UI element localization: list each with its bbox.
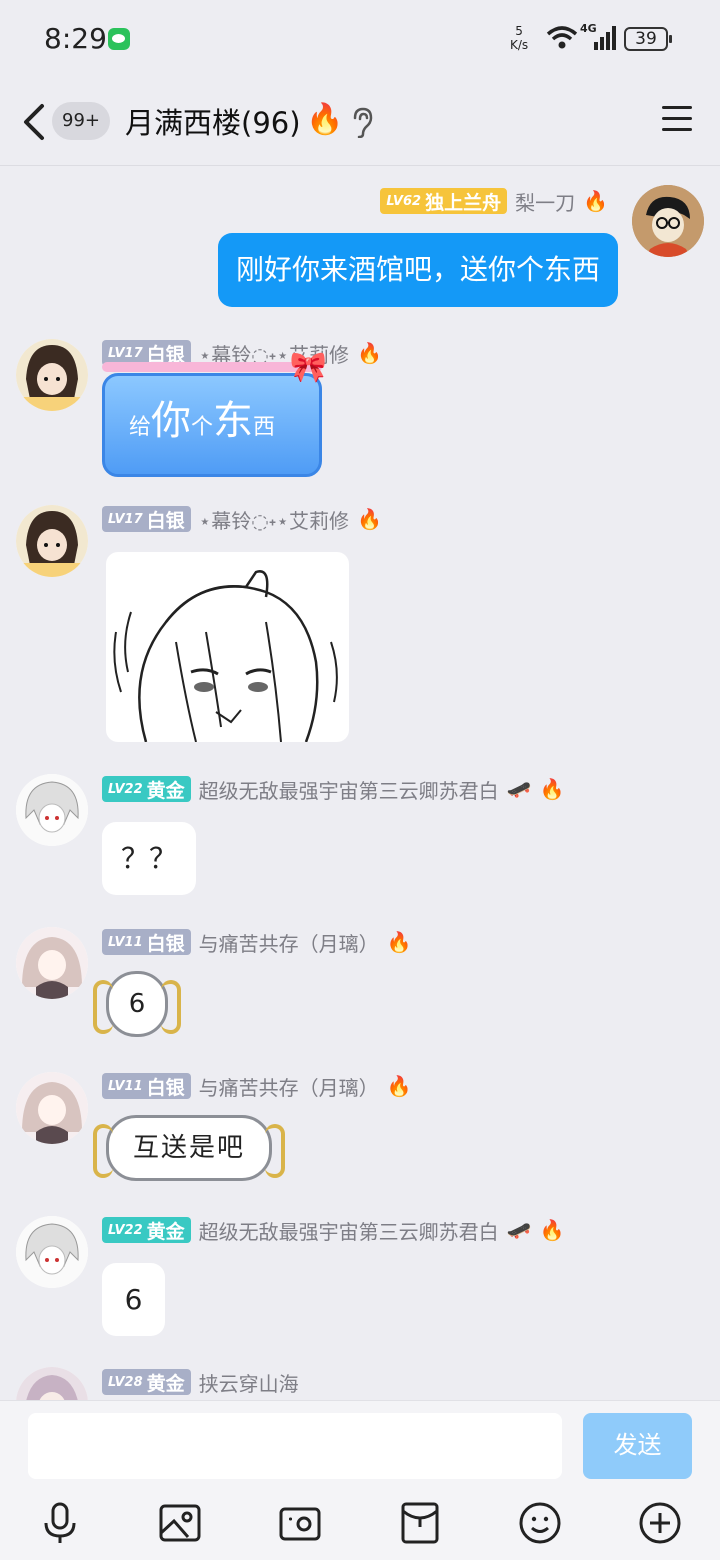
- chat-header: 99+ 月满西楼(96) 🔥: [0, 80, 720, 166]
- level-badge: LV17 白银: [102, 506, 191, 532]
- message-bubble[interactable]: ？？: [102, 822, 196, 895]
- send-button[interactable]: 发送: [583, 1413, 692, 1479]
- gift-card-bubble[interactable]: 🎀 给你个东西: [102, 350, 327, 477]
- message-input[interactable]: [28, 1413, 562, 1479]
- net-speed: 5 K/s: [510, 24, 528, 52]
- message-bubble[interactable]: 刚好你来酒馆吧，送你个东西: [217, 233, 618, 307]
- group-title[interactable]: 月满西楼(96): [125, 100, 301, 142]
- battery-indicator: 39: [624, 27, 672, 51]
- fire-icon: 🔥: [386, 930, 412, 954]
- sender-meta: LV11 白银 与痛苦共存（月璃） 🔥: [102, 928, 412, 956]
- sender-nickname[interactable]: 超级无敌最强宇宙第三云卿苏君白: [199, 775, 499, 804]
- sender-meta: LV22 黄金 超级无敌最强宇宙第三云卿苏君白 🛹 🔥: [102, 775, 564, 803]
- mask-style-bubble[interactable]: 互送是吧: [93, 1115, 285, 1181]
- avatar[interactable]: [16, 774, 88, 846]
- gift-text: 给你个东西: [129, 398, 276, 444]
- plus-icon[interactable]: [638, 1501, 682, 1545]
- sender-nickname[interactable]: 超级无敌最强宇宙第三云卿苏君白: [199, 1216, 499, 1245]
- net-speed-value: 5: [515, 24, 523, 38]
- sender-nickname[interactable]: ⋆幕铃◌˖⋆艾莉修: [199, 505, 349, 534]
- avatar[interactable]: [632, 185, 704, 257]
- sender-meta: LV28 黄金 挟云穿山海: [102, 1368, 299, 1396]
- sender-meta: LV17 白银 ⋆幕铃◌˖⋆艾莉修 🔥: [102, 505, 382, 533]
- fire-icon: 🔥: [539, 777, 565, 801]
- image-icon[interactable]: [158, 1501, 202, 1545]
- level-badge: LV62 独上兰舟: [380, 188, 508, 214]
- emoji-icon[interactable]: [518, 1501, 562, 1545]
- fire-icon: 🔥: [583, 189, 608, 213]
- level-badge: LV22 黄金: [102, 776, 191, 802]
- status-time: 8:29: [44, 22, 107, 55]
- ear-icon[interactable]: [350, 106, 374, 138]
- sender-meta: LV11 白银 与痛苦共存（月璃） 🔥: [102, 1072, 412, 1100]
- input-bar: 发送: [0, 1400, 720, 1560]
- avatar[interactable]: [16, 927, 88, 999]
- avatar[interactable]: [16, 1216, 88, 1288]
- status-bar: 8:29 5 K/s 4G 39: [0, 0, 720, 80]
- sender-nickname[interactable]: 与痛苦共存（月璃）: [199, 928, 379, 957]
- skateboard-icon: 🛹: [506, 777, 532, 801]
- sender-nickname[interactable]: 挟云穿山海: [199, 1368, 299, 1397]
- fire-icon: 🔥: [306, 102, 344, 137]
- avatar[interactable]: [16, 1072, 88, 1144]
- fire-icon: 🔥: [539, 1218, 565, 1242]
- back-arrow-icon[interactable]: [20, 102, 50, 142]
- fire-icon: 🔥: [386, 1074, 412, 1098]
- message-bubble[interactable]: 6: [102, 1263, 165, 1336]
- avatar[interactable]: [16, 339, 88, 411]
- red-packet-icon[interactable]: [398, 1501, 442, 1545]
- level-badge: LV22 黄金: [102, 1217, 191, 1243]
- sender-meta: LV22 黄金 超级无敌最强宇宙第三云卿苏君白 🛹 🔥: [102, 1216, 564, 1244]
- signal-icon: [594, 26, 616, 50]
- manga-sticker-image[interactable]: [106, 552, 349, 742]
- avatar[interactable]: [16, 505, 88, 577]
- mask-style-bubble[interactable]: 6: [93, 971, 181, 1037]
- fire-icon: 🔥: [356, 507, 382, 531]
- wifi-icon: [546, 26, 578, 49]
- level-badge: LV11 白银: [102, 929, 191, 955]
- sender-nickname[interactable]: 与痛苦共存（月璃）: [199, 1072, 379, 1101]
- unread-count-badge[interactable]: 99+: [52, 102, 110, 140]
- menu-icon[interactable]: [662, 106, 692, 136]
- camera-icon[interactable]: [278, 1501, 322, 1545]
- level-badge: LV28 黄金: [102, 1369, 191, 1395]
- bow-icon: 🎀: [289, 350, 327, 385]
- sender-meta: LV62 独上兰舟 梨一刀 🔥: [380, 187, 608, 215]
- level-badge: LV11 白银: [102, 1073, 191, 1099]
- microphone-icon[interactable]: [38, 1501, 82, 1545]
- skateboard-icon: 🛹: [506, 1218, 532, 1242]
- wechat-notification-icon: [108, 28, 130, 50]
- avatar[interactable]: [16, 1367, 88, 1400]
- fire-icon: 🔥: [356, 341, 382, 365]
- message-list[interactable]: LV62 独上兰舟 梨一刀 🔥 刚好你来酒馆吧，送你个东西 LV17 白银 ⋆幕铃◌…: [0, 167, 720, 1400]
- net-speed-unit: K/s: [510, 38, 529, 52]
- sender-nickname[interactable]: 梨一刀: [515, 187, 575, 216]
